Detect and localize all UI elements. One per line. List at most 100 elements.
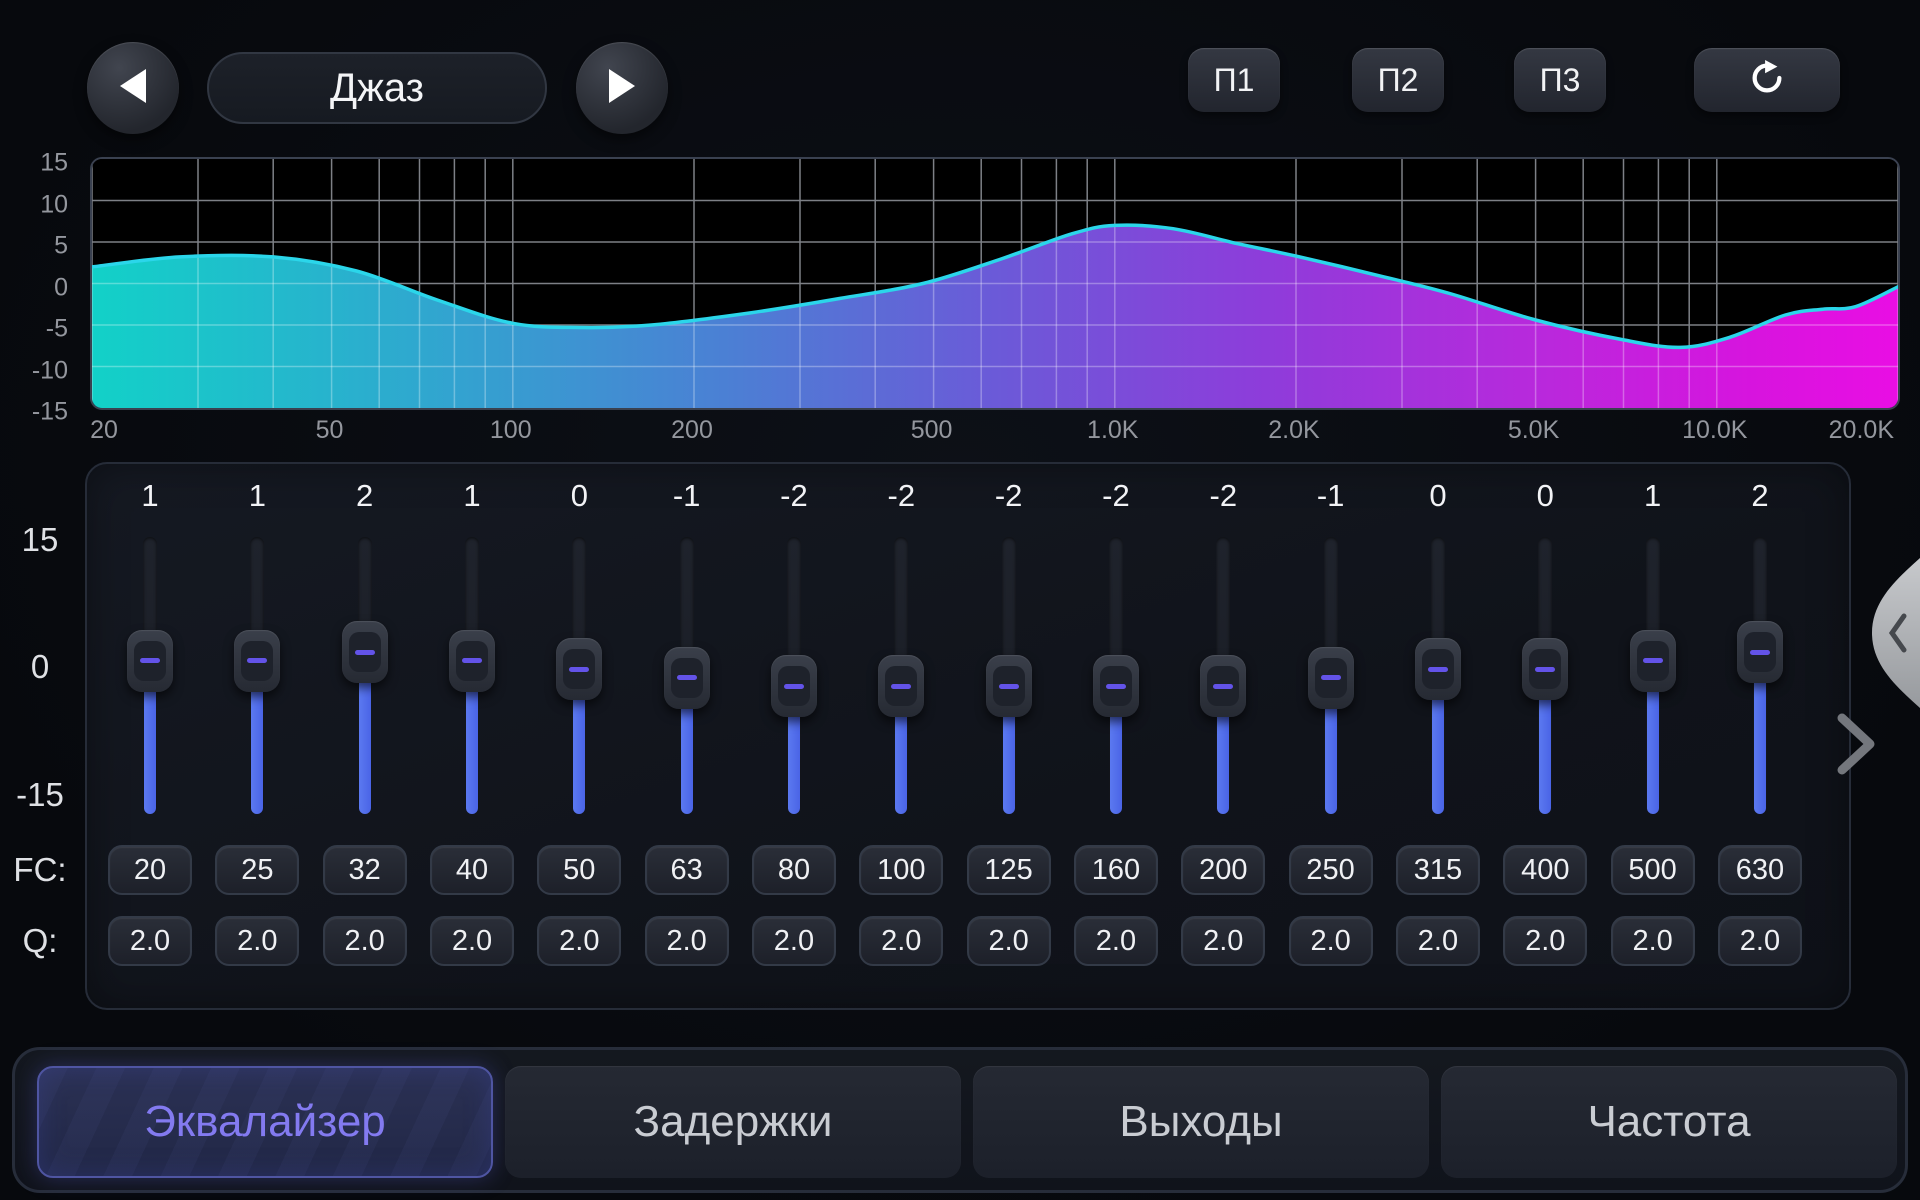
reset-button[interactable] bbox=[1694, 48, 1840, 112]
scale-label-max: 15 bbox=[0, 521, 80, 559]
x-tick-20.0K: 20.0K bbox=[1829, 416, 1894, 445]
thumb-dash-icon bbox=[1321, 675, 1341, 680]
eq-band-100: -2 100 2.0 bbox=[848, 464, 954, 1012]
fc-button[interactable]: 125 bbox=[967, 845, 1051, 895]
tab-4[interactable]: Частота bbox=[1441, 1066, 1897, 1178]
q-value: 2.0 bbox=[1203, 925, 1243, 958]
fc-button[interactable]: 400 bbox=[1503, 845, 1587, 895]
q-button[interactable]: 2.0 bbox=[1289, 916, 1373, 966]
fc-button[interactable]: 500 bbox=[1611, 845, 1695, 895]
gain-slider-thumb[interactable] bbox=[556, 638, 602, 700]
gain-slider-thumb[interactable] bbox=[1522, 638, 1568, 700]
q-button[interactable]: 2.0 bbox=[1396, 916, 1480, 966]
thumb-dash-icon bbox=[1213, 684, 1233, 689]
thumb-inner bbox=[778, 666, 810, 706]
gain-slider-thumb[interactable] bbox=[1200, 655, 1246, 717]
fc-button[interactable]: 100 bbox=[859, 845, 943, 895]
fc-button[interactable]: 630 bbox=[1718, 845, 1802, 895]
eq-band-63: -1 63 2.0 bbox=[634, 464, 740, 1012]
thumb-inner bbox=[1422, 649, 1454, 689]
prev-preset-button[interactable] bbox=[87, 42, 179, 134]
gain-value-label: 2 bbox=[312, 478, 418, 514]
fc-button[interactable]: 200 bbox=[1181, 845, 1265, 895]
gain-slider-thumb[interactable] bbox=[127, 630, 173, 692]
q-button[interactable]: 2.0 bbox=[1718, 916, 1802, 966]
y-tick-10: 10 bbox=[40, 190, 68, 219]
thumb-dash-icon bbox=[247, 658, 267, 663]
q-button[interactable]: 2.0 bbox=[752, 916, 836, 966]
fc-button[interactable]: 40 bbox=[430, 845, 514, 895]
x-tick-500: 500 bbox=[911, 416, 953, 445]
gain-slider-thumb[interactable] bbox=[342, 621, 388, 683]
gain-value-label: 1 bbox=[97, 478, 203, 514]
q-button[interactable]: 2.0 bbox=[1074, 916, 1158, 966]
q-button[interactable]: 2.0 bbox=[859, 916, 943, 966]
q-button[interactable]: 2.0 bbox=[215, 916, 299, 966]
eq-band-160: -2 160 2.0 bbox=[1063, 464, 1169, 1012]
fc-value: 200 bbox=[1199, 854, 1247, 887]
preset-slot-2-label: П2 bbox=[1378, 62, 1419, 99]
q-value: 2.0 bbox=[1096, 925, 1136, 958]
gain-slider-thumb[interactable] bbox=[878, 655, 924, 717]
q-button[interactable]: 2.0 bbox=[537, 916, 621, 966]
fc-button[interactable]: 80 bbox=[752, 845, 836, 895]
tab-3[interactable]: Выходы bbox=[973, 1066, 1429, 1178]
q-value: 2.0 bbox=[666, 925, 706, 958]
gain-slider-thumb[interactable] bbox=[771, 655, 817, 717]
fc-value: 125 bbox=[984, 854, 1032, 887]
gain-slider-thumb[interactable] bbox=[1308, 647, 1354, 709]
gain-slider-thumb[interactable] bbox=[1093, 655, 1139, 717]
gain-slider-thumb[interactable] bbox=[1737, 621, 1783, 683]
fc-button[interactable]: 20 bbox=[108, 845, 192, 895]
thumb-inner bbox=[1100, 666, 1132, 706]
q-button[interactable]: 2.0 bbox=[430, 916, 514, 966]
tab-1[interactable]: Эквалайзер bbox=[37, 1066, 493, 1178]
next-preset-button[interactable] bbox=[576, 42, 668, 134]
q-button[interactable]: 2.0 bbox=[108, 916, 192, 966]
fc-button[interactable]: 63 bbox=[645, 845, 729, 895]
tab-2[interactable]: Задержки bbox=[505, 1066, 961, 1178]
x-tick-100: 100 bbox=[490, 416, 532, 445]
q-row-label: Q: bbox=[0, 922, 80, 960]
thumb-dash-icon bbox=[999, 684, 1019, 689]
q-button[interactable]: 2.0 bbox=[1611, 916, 1695, 966]
fc-value: 160 bbox=[1092, 854, 1140, 887]
gain-value-label: -1 bbox=[1278, 478, 1384, 514]
preset-name-display[interactable]: Джаз bbox=[207, 52, 547, 124]
thumb-dash-icon bbox=[462, 658, 482, 663]
fc-button[interactable]: 25 bbox=[215, 845, 299, 895]
fc-button[interactable]: 50 bbox=[537, 845, 621, 895]
gain-slider-thumb[interactable] bbox=[1630, 630, 1676, 692]
fc-button[interactable]: 250 bbox=[1289, 845, 1373, 895]
gain-slider-thumb[interactable] bbox=[986, 655, 1032, 717]
y-tick--10: -10 bbox=[32, 356, 68, 385]
gain-value-label: -2 bbox=[741, 478, 847, 514]
y-tick--15: -15 bbox=[32, 398, 68, 427]
q-button[interactable]: 2.0 bbox=[1503, 916, 1587, 966]
preset-slot-1-button[interactable]: П1 bbox=[1188, 48, 1280, 112]
eq-band-315: 0 315 2.0 bbox=[1385, 464, 1491, 1012]
fc-button[interactable]: 315 bbox=[1396, 845, 1480, 895]
gain-slider-thumb[interactable] bbox=[1415, 638, 1461, 700]
fc-button[interactable]: 32 bbox=[323, 845, 407, 895]
gain-slider-thumb[interactable] bbox=[449, 630, 495, 692]
gain-slider-thumb[interactable] bbox=[664, 647, 710, 709]
eq-band-50: 0 50 2.0 bbox=[526, 464, 632, 1012]
next-bands-button[interactable] bbox=[1834, 712, 1878, 776]
scale-label-zero: 0 bbox=[0, 648, 80, 686]
gain-slider-thumb[interactable] bbox=[234, 630, 280, 692]
preset-slot-3-button[interactable]: П3 bbox=[1514, 48, 1606, 112]
fc-value: 32 bbox=[349, 854, 381, 887]
thumb-dash-icon bbox=[1428, 667, 1448, 672]
preset-slot-2-button[interactable]: П2 bbox=[1352, 48, 1444, 112]
q-button[interactable]: 2.0 bbox=[645, 916, 729, 966]
thumb-dash-icon bbox=[677, 675, 697, 680]
eq-band-500: 1 500 2.0 bbox=[1600, 464, 1706, 1012]
eq-band-80: -2 80 2.0 bbox=[741, 464, 847, 1012]
q-button[interactable]: 2.0 bbox=[967, 916, 1051, 966]
fc-button[interactable]: 160 bbox=[1074, 845, 1158, 895]
q-button[interactable]: 2.0 bbox=[1181, 916, 1265, 966]
equalizer-band-panel: 1 20 2.0 1 25 2.0 2 32 2. bbox=[85, 462, 1851, 1010]
q-button[interactable]: 2.0 bbox=[323, 916, 407, 966]
side-drawer-handle[interactable] bbox=[1864, 558, 1920, 708]
